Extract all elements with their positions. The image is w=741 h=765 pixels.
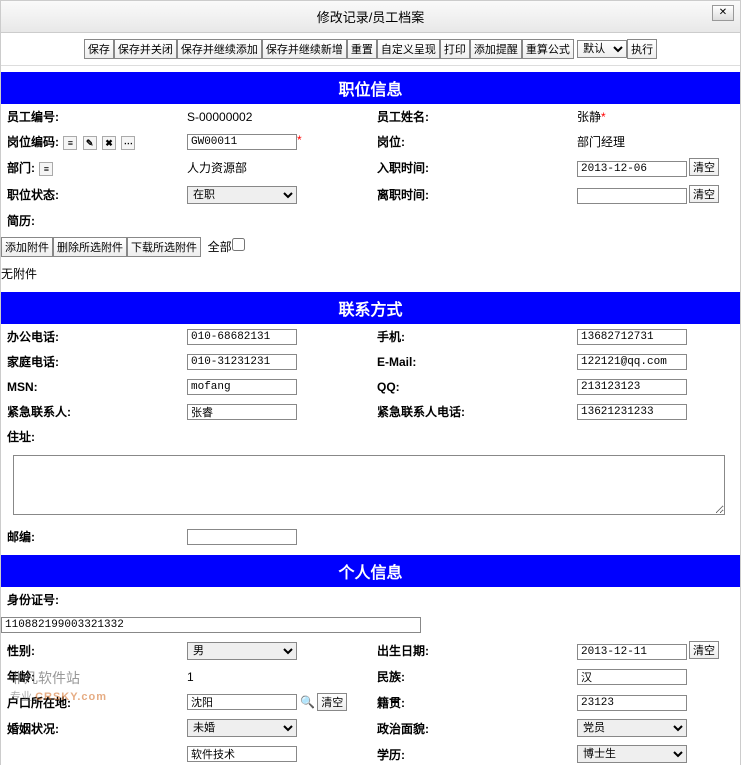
major-input[interactable] xyxy=(187,746,297,762)
toolbar: 保存保存并关闭保存并继续添加保存并继续新增重置自定义呈现打印添加提醒重算公式 默… xyxy=(1,33,740,66)
section-personal-header: 个人信息 xyxy=(1,555,740,587)
execute-button[interactable]: 执行 xyxy=(627,39,657,59)
section-contact-header: 联系方式 xyxy=(1,292,740,324)
dept-label: 部门: xyxy=(7,161,35,175)
age-value: 1 xyxy=(181,664,371,689)
address-textarea[interactable] xyxy=(13,455,725,515)
emp-id-label: 员工编号: xyxy=(1,104,181,129)
qq-input[interactable] xyxy=(577,379,687,395)
list-icon[interactable]: ≡ xyxy=(63,136,77,150)
home-phone-input[interactable] xyxy=(187,354,297,370)
emp-name-value: 张静 xyxy=(577,110,601,124)
print-button[interactable]: 打印 xyxy=(440,39,470,59)
marital-label: 婚姻状况: xyxy=(1,715,181,741)
office-phone-input[interactable] xyxy=(187,329,297,345)
custom-view-button[interactable]: 自定义呈现 xyxy=(377,39,440,59)
save-continue-new-button[interactable]: 保存并继续新增 xyxy=(262,39,347,59)
default-select[interactable]: 默认 xyxy=(577,40,627,58)
msn-input[interactable] xyxy=(187,379,297,395)
resume-label: 简历: xyxy=(1,208,740,233)
post-label: 岗位: xyxy=(371,129,571,154)
attach-download-button[interactable]: 下载所选附件 xyxy=(127,237,201,257)
marital-select[interactable]: 未婚 xyxy=(187,719,297,737)
edit-icon[interactable]: ✎ xyxy=(83,136,97,150)
emp-id-value: S-00000002 xyxy=(181,104,371,129)
dept-list-icon[interactable]: ≡ xyxy=(39,162,53,176)
reset-button[interactable]: 重置 xyxy=(347,39,377,59)
household-label: 户口所在地: xyxy=(1,689,181,715)
post-code-label: 岗位编码: xyxy=(7,135,59,149)
no-attach-text: 无附件 xyxy=(1,261,740,286)
msn-label: MSN: xyxy=(1,374,181,399)
nation-label: 民族: xyxy=(371,664,571,689)
birth-label: 出生日期: xyxy=(371,637,571,664)
more-icon[interactable]: ⋯ xyxy=(121,136,135,150)
hire-date-clear-button[interactable]: 清空 xyxy=(689,158,719,176)
political-select[interactable]: 党员 xyxy=(577,719,687,737)
household-input[interactable] xyxy=(187,694,297,710)
status-select[interactable]: 在职 xyxy=(187,186,297,204)
section-position-header: 职位信息 xyxy=(1,72,740,104)
titlebar: 修改记录/员工档案 ✕ xyxy=(1,1,740,33)
attach-all-checkbox[interactable] xyxy=(232,238,245,251)
leave-date-label: 离职时间: xyxy=(371,181,571,208)
save-button[interactable]: 保存 xyxy=(84,39,114,59)
close-button[interactable]: ✕ xyxy=(712,5,734,21)
save-close-button[interactable]: 保存并关闭 xyxy=(114,39,177,59)
hire-date-label: 入职时间: xyxy=(371,154,571,181)
status-label: 职位状态: xyxy=(1,181,181,208)
birth-input[interactable] xyxy=(577,644,687,660)
post-value: 部门经理 xyxy=(571,129,740,154)
emergency-contact-input[interactable] xyxy=(187,404,297,420)
birth-clear-button[interactable]: 清空 xyxy=(689,641,719,659)
required-mark: * xyxy=(601,110,606,124)
emp-name-label: 员工姓名: xyxy=(371,104,571,129)
leave-date-clear-button[interactable]: 清空 xyxy=(689,185,719,203)
save-continue-add-button[interactable]: 保存并继续添加 xyxy=(177,39,262,59)
nation-input[interactable] xyxy=(577,669,687,685)
dept-value: 人力资源部 xyxy=(181,154,371,181)
email-label: E-Mail: xyxy=(371,349,571,374)
recalc-button[interactable]: 重算公式 xyxy=(522,39,574,59)
address-label: 住址: xyxy=(1,424,740,449)
idcard-label: 身份证号: xyxy=(1,587,740,612)
zip-label: 邮编: xyxy=(1,524,181,549)
household-clear-button[interactable]: 清空 xyxy=(317,693,347,711)
email-input[interactable] xyxy=(577,354,687,370)
post-code-input[interactable] xyxy=(187,134,297,150)
gender-label: 性别: xyxy=(1,637,181,664)
attach-all-label: 全部 xyxy=(208,240,232,254)
idcard-input[interactable] xyxy=(1,617,421,633)
emergency-contact-label: 紧急联系人: xyxy=(1,399,181,424)
major-label xyxy=(1,741,181,765)
delete-icon[interactable]: ✖ xyxy=(102,136,116,150)
mobile-input[interactable] xyxy=(577,329,687,345)
zip-input[interactable] xyxy=(187,529,297,545)
gender-select[interactable]: 男 xyxy=(187,642,297,660)
hire-date-input[interactable] xyxy=(577,161,687,177)
search-icon[interactable]: 🔍 xyxy=(300,695,315,709)
leave-date-input[interactable] xyxy=(577,188,687,204)
emergency-phone-input[interactable] xyxy=(577,404,687,420)
age-label: 年龄: xyxy=(1,664,181,689)
native-input[interactable] xyxy=(577,695,687,711)
attach-del-button[interactable]: 删除所选附件 xyxy=(53,237,127,257)
native-label: 籍贯: xyxy=(371,689,571,715)
required-mark: * xyxy=(297,133,302,147)
political-label: 政治面貌: xyxy=(371,715,571,741)
office-phone-label: 办公电话: xyxy=(1,324,181,349)
add-remind-button[interactable]: 添加提醒 xyxy=(470,39,522,59)
emergency-phone-label: 紧急联系人电话: xyxy=(371,399,571,424)
mobile-label: 手机: xyxy=(371,324,571,349)
attach-add-button[interactable]: 添加附件 xyxy=(1,237,53,257)
edu-label: 学历: xyxy=(371,741,571,765)
edu-select[interactable]: 博士生 xyxy=(577,745,687,763)
home-phone-label: 家庭电话: xyxy=(1,349,181,374)
window-title: 修改记录/员工档案 xyxy=(317,10,425,25)
qq-label: QQ: xyxy=(371,374,571,399)
